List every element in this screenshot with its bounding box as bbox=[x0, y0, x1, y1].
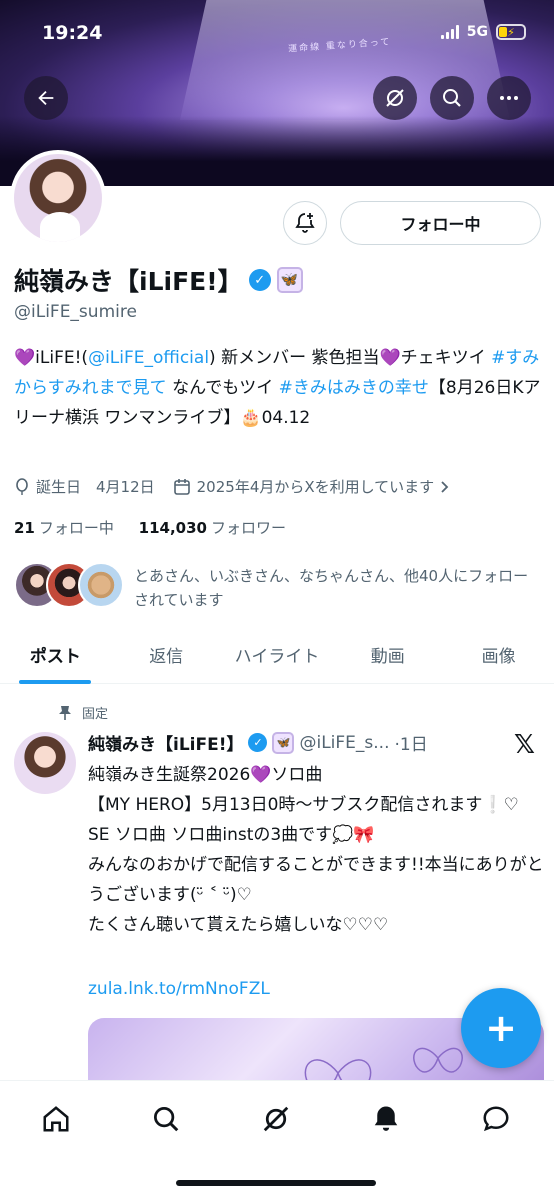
post-header: 純嶺みき【iLiFE!】 ✓ 🦋 @iLiFE_s... ·1日 bbox=[88, 730, 428, 755]
compose-button[interactable]: + bbox=[461, 988, 541, 1068]
profile-name: 純嶺みき【iLiFE!】 bbox=[14, 267, 243, 296]
search-icon bbox=[443, 89, 461, 107]
search-button[interactable] bbox=[430, 76, 474, 120]
post-time[interactable]: ·1日 bbox=[394, 730, 427, 755]
notifications-icon bbox=[374, 1106, 398, 1131]
tab-highlights[interactable]: ハイライト bbox=[222, 632, 333, 683]
pinned-label: 固定 bbox=[82, 707, 109, 722]
post-author[interactable]: 純嶺みき【iLiFE!】 bbox=[88, 730, 243, 755]
back-button[interactable] bbox=[24, 76, 68, 120]
post-link[interactable]: zula.lnk.to/rmNnoFZL bbox=[88, 979, 270, 999]
more-icon bbox=[500, 96, 518, 100]
calendar-icon bbox=[173, 478, 190, 495]
tab-posts[interactable]: ポスト bbox=[0, 632, 111, 684]
bio-text: ) 新メンバー 紫色担当💜チェキツイ bbox=[209, 348, 492, 368]
avatar bbox=[78, 562, 124, 608]
home-icon bbox=[43, 1106, 69, 1132]
following-button[interactable]: フォロー中 bbox=[340, 201, 541, 245]
followed-by-text[interactable]: とあさん、いぶきさん、なちゃんさん、他40人にフォローされています bbox=[134, 564, 534, 612]
followers-label: フォロワー bbox=[211, 519, 287, 537]
post-line: たくさん聴いて貰えたら嬉しいな♡♡♡ bbox=[88, 915, 389, 935]
following-count: 21 bbox=[14, 519, 35, 537]
chevron-right-icon bbox=[441, 480, 449, 493]
notifications-tab[interactable] bbox=[368, 1101, 404, 1137]
back-arrow-icon bbox=[38, 90, 54, 106]
joined-item[interactable]: 2025年4月からXを利用しています bbox=[173, 476, 451, 497]
bio-text: 💜iLiFE!( bbox=[14, 348, 89, 368]
pinned-indicator: 固定 bbox=[58, 703, 108, 722]
grok-icon bbox=[263, 1106, 289, 1132]
signal-icon bbox=[440, 25, 459, 39]
following-link[interactable]: 21 フォロー中 bbox=[14, 519, 114, 537]
followed-by-avatars[interactable] bbox=[14, 562, 124, 608]
post-line: 【MY HERO】5月13日0時〜サブスク配信されます❕♡ bbox=[88, 795, 519, 815]
home-tab[interactable] bbox=[38, 1101, 74, 1137]
post-line: SE ソロ曲 ソロ曲instの3曲です💭🎀 bbox=[88, 825, 375, 845]
slash-circle-icon bbox=[386, 89, 404, 107]
home-indicator bbox=[176, 1180, 376, 1186]
tab-images[interactable]: 画像 bbox=[443, 632, 554, 683]
network-label: 5G bbox=[466, 24, 488, 40]
profile-meta: 誕生日 4月12日 2025年4月からXを利用しています bbox=[14, 476, 468, 497]
post-avatar[interactable] bbox=[14, 732, 76, 794]
post-text: 純嶺みき生誕祭2026💜ソロ曲 【MY HERO】5月13日0時〜サブスク配信さ… bbox=[88, 760, 544, 940]
more-button[interactable] bbox=[487, 76, 531, 120]
x-logo-icon: 𝕏 bbox=[514, 730, 535, 760]
pin-icon bbox=[59, 705, 71, 720]
profile-tabs: ポスト 返信 ハイライト 動画 画像 bbox=[0, 632, 554, 684]
post-line: 純嶺みき生誕祭2026💜ソロ曲 bbox=[88, 765, 323, 785]
notifications-toggle-button[interactable] bbox=[283, 201, 327, 245]
verified-badge-icon[interactable]: ✓ bbox=[248, 269, 271, 291]
grok-tab[interactable] bbox=[258, 1101, 294, 1137]
tab-videos[interactable]: 動画 bbox=[332, 632, 443, 683]
grok-button[interactable] bbox=[373, 76, 417, 120]
birthday-text: 誕生日 4月12日 bbox=[36, 478, 155, 496]
followers-count: 114,030 bbox=[138, 519, 207, 537]
affiliate-badge-icon[interactable]: 🦋 bbox=[272, 731, 295, 754]
status-time: 19:24 bbox=[42, 22, 103, 44]
messages-tab[interactable] bbox=[478, 1101, 514, 1137]
profile-name-row: 純嶺みき【iLiFE!】 ✓ 🦋 bbox=[14, 262, 303, 298]
bell-plus-icon bbox=[295, 213, 315, 233]
joined-text: 2025年4月からXを利用しています bbox=[196, 478, 435, 496]
battery-icon: ⚡ bbox=[496, 24, 526, 40]
followers-link[interactable]: 114,030 フォロワー bbox=[139, 519, 286, 537]
post-handle[interactable]: @iLiFE_s... bbox=[299, 733, 389, 753]
balloon-icon bbox=[16, 477, 28, 495]
messages-icon bbox=[483, 1106, 509, 1132]
affiliate-badge-icon[interactable]: 🦋 bbox=[276, 267, 303, 293]
profile-bio: 💜iLiFE!(@iLiFE_official) 新メンバー 紫色担当💜チェキツ… bbox=[14, 343, 542, 433]
following-label: フォロー中 bbox=[38, 519, 114, 537]
profile-avatar[interactable] bbox=[10, 150, 106, 246]
status-indicators: 5G ⚡ bbox=[440, 24, 526, 40]
bio-text: なんでもツイ bbox=[166, 378, 279, 398]
profile-handle: @iLiFE_sumire bbox=[14, 302, 137, 322]
tab-replies[interactable]: 返信 bbox=[111, 632, 222, 683]
bio-mention-link[interactable]: @iLiFE_official bbox=[88, 348, 209, 368]
explore-tab[interactable] bbox=[148, 1101, 184, 1137]
bio-hashtag-link[interactable]: #きみはみきの幸せ bbox=[279, 378, 429, 398]
follow-counts: 21 フォロー中 114,030 フォロワー bbox=[14, 517, 286, 538]
verified-badge-icon[interactable]: ✓ bbox=[248, 733, 268, 752]
post-line: みんなのおかげで配信することができます!!本当にありがとうございます(ᵕ̈ ˂ … bbox=[88, 855, 544, 905]
search-icon bbox=[154, 1107, 179, 1132]
birthday-item: 誕生日 4月12日 bbox=[14, 476, 155, 497]
